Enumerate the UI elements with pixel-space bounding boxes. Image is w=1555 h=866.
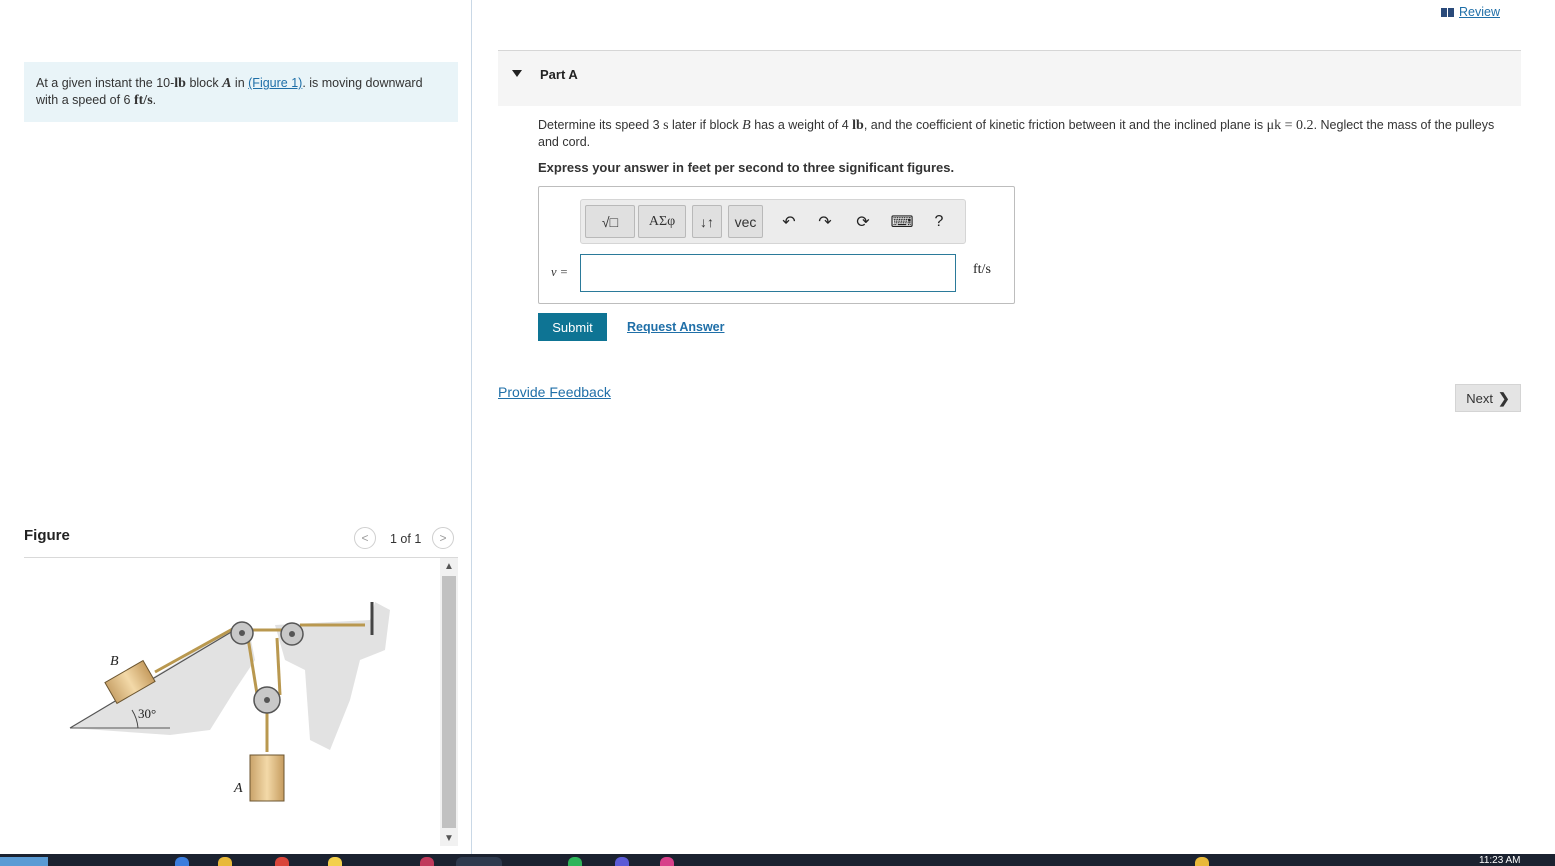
taskbar-app-icon[interactable] [218, 857, 232, 866]
taskbar-app-icon[interactable] [568, 857, 582, 866]
column-divider [471, 0, 472, 854]
provide-feedback-link[interactable]: Provide Feedback [498, 384, 611, 400]
intro-text-4: . is moving downward [302, 76, 423, 90]
start-button[interactable] [0, 857, 48, 866]
intro-text-1: At a given instant the 10- [36, 76, 175, 90]
submit-button[interactable]: Submit [538, 313, 607, 341]
taskbar-app-icon[interactable] [275, 857, 289, 866]
redo-icon[interactable]: ↷ [813, 210, 837, 234]
next-button[interactable]: Next ❯ [1455, 384, 1521, 412]
scrollbar-thumb[interactable] [442, 576, 456, 828]
figure-header: Figure < 1 of 1 > [24, 526, 458, 558]
incline-ground [70, 630, 255, 735]
figure-link[interactable]: (Figure 1) [248, 76, 302, 90]
chevron-left-icon: < [361, 531, 369, 545]
taskbar-active-app[interactable] [456, 857, 502, 866]
next-label: Next [1466, 390, 1493, 406]
review-label[interactable]: Review [1459, 5, 1500, 19]
answer-instruction: Express your answer in feet per second t… [538, 160, 955, 175]
sqrt-template-icon: √□ [601, 213, 619, 230]
answer-box: √□ ΑΣφ ↓↑ vec ↶ ↷ ⟳ ⌨ ? v = ft/s [538, 186, 1015, 304]
reset-icon[interactable]: ⟳ [851, 210, 875, 234]
review-link[interactable]: Review [1441, 5, 1500, 19]
arrows-icon: ↓↑ [700, 213, 714, 230]
vec-label: vec [734, 213, 757, 230]
book-icon [1441, 7, 1455, 17]
label-b: B [110, 654, 119, 669]
intro-text-5: with a speed of 6 [36, 93, 134, 107]
part-title: Part A [540, 67, 578, 82]
block-a [249, 754, 285, 802]
vec-button[interactable]: vec [728, 205, 763, 238]
math-toolbar: √□ ΑΣφ ↓↑ vec ↶ ↷ ⟳ ⌨ ? [580, 199, 966, 244]
figure-pager-text: 1 of 1 [390, 532, 422, 546]
figure-scrollbar[interactable]: ▲ ▼ [440, 558, 458, 846]
question-mu-k: μk = 0.2 [1266, 118, 1314, 133]
intro-text-3: in [231, 76, 249, 90]
chevron-up-icon[interactable]: ▲ [440, 558, 458, 574]
question-unit-lb: lb [852, 118, 864, 133]
answer-unit: ft/s [973, 262, 991, 277]
question-fragment: Determine its speed 3 [538, 118, 664, 132]
taskbar-tray-icon[interactable] [1195, 857, 1209, 866]
keyboard-icon[interactable]: ⌨ [890, 210, 914, 234]
question-text: Determine its speed 3 s later if block B… [538, 117, 1518, 151]
intro-speed-unit: ft/s [133, 93, 153, 108]
figure-title: Figure [24, 527, 70, 544]
os-taskbar: 11:23 AM [0, 854, 1555, 866]
taskbar-app-icon[interactable] [328, 857, 342, 866]
taskbar-app-icon[interactable] [615, 857, 629, 866]
taskbar-app-icon[interactable] [660, 857, 674, 866]
templates-button[interactable]: √□ [585, 205, 635, 238]
undo-icon[interactable]: ↶ [777, 210, 801, 234]
label-a: A [233, 781, 243, 796]
taskbar-app-icon[interactable] [175, 857, 189, 866]
collapse-caret-icon[interactable] [512, 70, 522, 77]
taskbar-clock[interactable]: 11:23 AM [1479, 855, 1521, 866]
greek-label: ΑΣφ [648, 213, 676, 229]
figure-next-button[interactable]: > [432, 527, 454, 549]
request-answer-link[interactable]: Request Answer [627, 320, 724, 334]
taskbar-app-icon[interactable] [420, 857, 434, 866]
chevron-down-icon[interactable]: ▼ [440, 830, 458, 846]
answer-input[interactable] [580, 254, 956, 292]
part-a-header[interactable]: Part A [498, 51, 1521, 106]
figure-prev-button[interactable]: < [354, 527, 376, 549]
help-icon[interactable]: ? [927, 210, 951, 234]
intro-unit-lb: lb [174, 76, 186, 91]
intro-text-2: block [185, 76, 223, 90]
question-block-b: B [742, 118, 751, 133]
pulley-system-figure: B 30° A [69, 602, 390, 802]
question-fragment: later if block [668, 118, 743, 132]
label-angle: 30° [138, 706, 156, 721]
chevron-right-icon: > [439, 531, 447, 545]
arrows-button[interactable]: ↓↑ [692, 205, 722, 238]
variable-label: v = [551, 265, 569, 279]
greek-button[interactable]: ΑΣφ [638, 205, 686, 238]
problem-intro: At a given instant the 10-lb block A in … [24, 62, 458, 122]
question-fragment: has a weight of 4 [750, 118, 853, 132]
chevron-right-icon: ❯ [1498, 389, 1510, 406]
question-fragment: , and the coefficient of kinetic frictio… [863, 118, 1267, 132]
intro-text-6: . [152, 93, 157, 107]
